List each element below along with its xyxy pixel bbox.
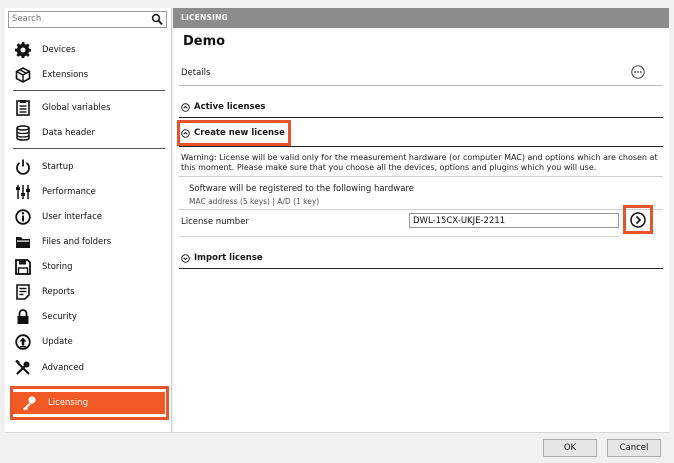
- sidebar-item-label: Devices: [42, 45, 76, 55]
- sidebar-item-startup[interactable]: Startup: [13, 156, 169, 178]
- tools-icon: [13, 358, 33, 378]
- license-number-label: License number: [181, 217, 249, 227]
- warning-text: Warning: License will be valid only for …: [181, 153, 658, 172]
- sidebar: Devices Extensions Global variables Data…: [5, 8, 172, 432]
- sidebar-item-devices[interactable]: Devices: [13, 39, 169, 61]
- section-active-licenses[interactable]: Active licenses: [181, 102, 265, 112]
- section-create-new-license[interactable]: Create new license: [181, 128, 285, 138]
- section-title: Create new license: [194, 128, 285, 138]
- license-number-input[interactable]: [409, 213, 619, 228]
- section-import-license[interactable]: Import license: [181, 253, 263, 263]
- sidebar-item-data-header[interactable]: Data header: [13, 122, 169, 144]
- sidebar-item-label: Storing: [42, 262, 73, 272]
- update-arrow-icon: [13, 332, 33, 352]
- sliders-icon: [13, 182, 33, 202]
- chevron-up-icon: [181, 102, 190, 112]
- divider: [179, 236, 619, 237]
- more-options-icon[interactable]: [631, 65, 645, 79]
- report-icon: [13, 282, 33, 302]
- sidebar-item-user-interface[interactable]: User interface: [13, 206, 169, 228]
- search-icon[interactable]: [151, 13, 163, 26]
- power-icon: [13, 157, 33, 177]
- chevron-down-icon: [181, 253, 190, 263]
- hardware-subtext: MAC address (5 keys) | A/D (1 key): [189, 197, 320, 206]
- sidebar-item-reports[interactable]: Reports: [13, 281, 169, 303]
- sidebar-item-files-and-folders[interactable]: Files and folders: [13, 231, 169, 253]
- sidebar-item-label: Extensions: [42, 70, 89, 80]
- divider: [179, 117, 663, 118]
- sidebar-item-label: Startup: [42, 162, 74, 172]
- sidebar-item-label: Performance: [42, 187, 96, 197]
- divider: [179, 85, 663, 86]
- sidebar-item-label: Reports: [42, 287, 75, 297]
- section-title: Active licenses: [194, 102, 266, 112]
- chevron-up-icon: [181, 128, 190, 138]
- sidebar-item-update[interactable]: Update: [13, 331, 169, 353]
- document-list-icon: [13, 98, 33, 118]
- sidebar-divider: [13, 90, 165, 91]
- floppy-disk-icon: [13, 257, 33, 277]
- footer-bar: OK Cancel: [5, 432, 669, 459]
- main-panel: LICENSING Demo Details Active licenses C…: [173, 8, 669, 432]
- cancel-button[interactable]: Cancel: [607, 439, 661, 457]
- sidebar-item-performance[interactable]: Performance: [13, 181, 169, 203]
- sidebar-item-licensing[interactable]: Licensing: [13, 392, 165, 414]
- sidebar-item-security[interactable]: Security: [13, 306, 169, 328]
- sidebar-item-label: Files and folders: [42, 237, 112, 247]
- search-box: [8, 11, 167, 28]
- lock-icon: [13, 307, 33, 327]
- section-title: Import license: [194, 253, 263, 263]
- divider: [179, 209, 663, 210]
- hardware-text: Software will be registered to the follo…: [189, 184, 414, 194]
- info-circle-icon: [13, 207, 33, 227]
- page-title: Demo: [183, 34, 226, 49]
- panel-header: LICENSING: [173, 8, 669, 28]
- sidebar-item-label: Update: [42, 337, 73, 347]
- sidebar-item-extensions[interactable]: Extensions: [13, 64, 169, 86]
- key-icon: [19, 393, 39, 413]
- sidebar-item-label: User interface: [42, 212, 102, 222]
- sidebar-item-advanced[interactable]: Advanced: [13, 357, 169, 379]
- sidebar-item-storing[interactable]: Storing: [13, 256, 169, 278]
- sidebar-divider: [13, 148, 165, 149]
- sidebar-item-global-variables[interactable]: Global variables: [13, 97, 169, 119]
- ok-button[interactable]: OK: [543, 439, 597, 457]
- folder-icon: [13, 232, 33, 252]
- sidebar-item-label: Licensing: [48, 398, 88, 408]
- sidebar-item-label: Advanced: [42, 363, 84, 373]
- settings-window: Devices Extensions Global variables Data…: [5, 8, 669, 459]
- database-icon: [13, 123, 33, 143]
- package-icon: [13, 65, 33, 85]
- divider: [179, 146, 663, 147]
- search-input[interactable]: [9, 12, 142, 26]
- sidebar-item-label: Security: [42, 312, 77, 322]
- sidebar-item-label: Data header: [42, 128, 95, 138]
- details-label: Details: [181, 68, 211, 78]
- divider: [179, 268, 663, 269]
- sidebar-item-label: Global variables: [42, 103, 111, 113]
- divider: [179, 176, 663, 177]
- gear-icon: [13, 40, 33, 60]
- submit-arrow-icon[interactable]: [629, 211, 647, 229]
